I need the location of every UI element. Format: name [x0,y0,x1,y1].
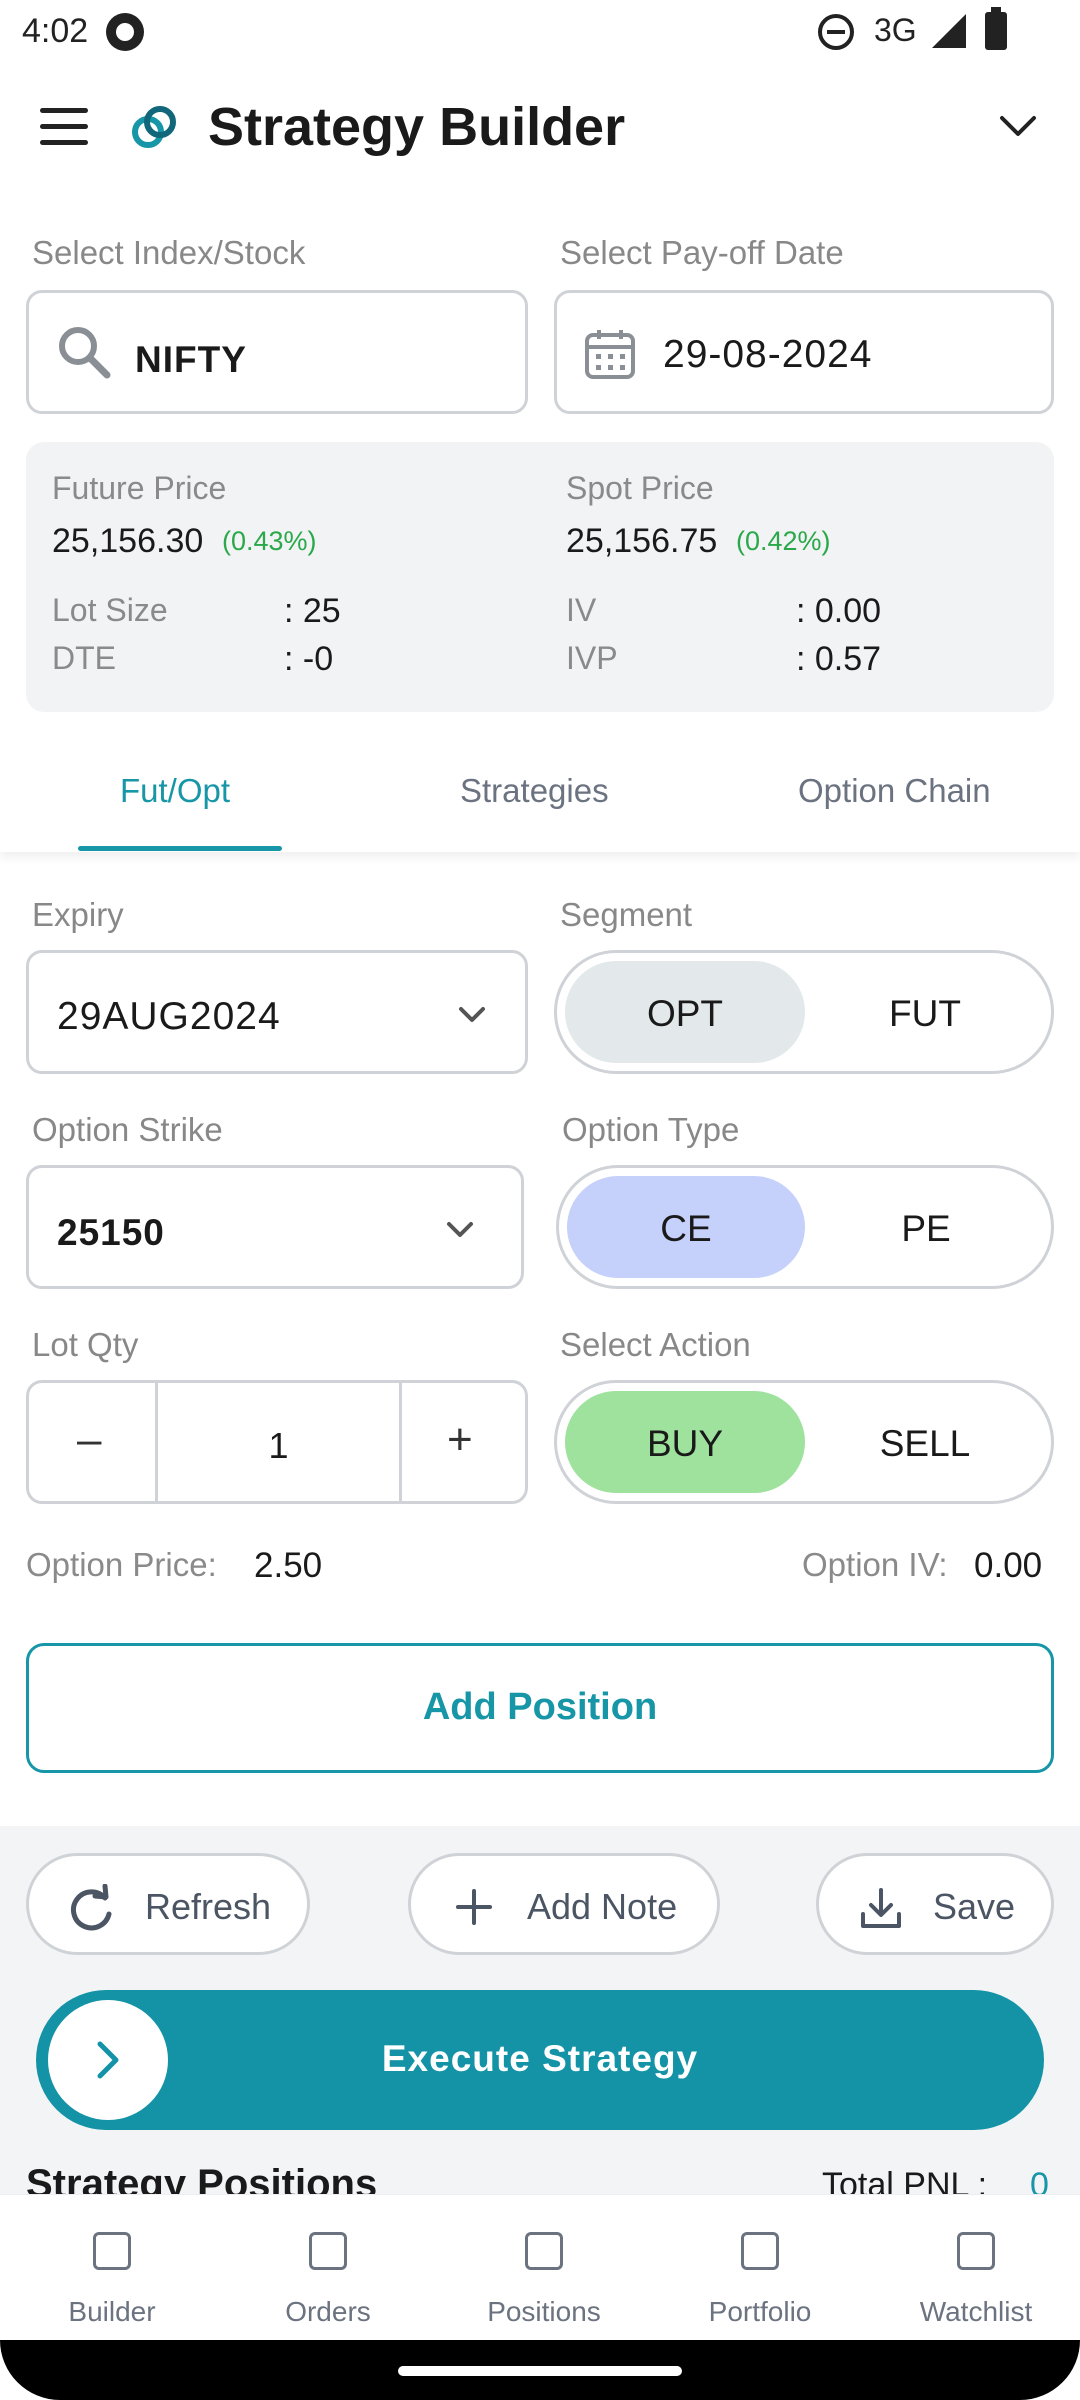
segment-label: Segment [560,896,693,933]
index-search-field[interactable]: NIFTY [26,290,528,414]
option-type-toggle: CE PE [556,1165,1054,1289]
execute-strategy-label: Execute Strategy [381,2038,699,2079]
refresh-button[interactable]: Refresh [26,1853,310,1955]
nav-portfolio-label: Portfolio [708,2296,812,2327]
iv-label: IV [566,592,597,628]
option-strike-value: 25150 [57,1212,165,1253]
nav-orders-label: Orders [285,2296,371,2327]
date-value: 29-08-2024 [663,333,873,376]
chevron-down-icon[interactable] [998,112,1038,142]
increment-button[interactable]: + [447,1415,473,1465]
iv-value: : 0.00 [796,592,882,630]
lot-size-value: : 25 [284,592,341,630]
expiry-dropdown[interactable]: 29AUG2024 [26,950,528,1074]
dte-label: DTE [52,640,116,676]
app-logo-icon [132,106,176,148]
refresh-icon [71,1884,112,1931]
nav-orders[interactable]: Orders [220,2194,436,2340]
spot-price-label: Spot Price [566,470,714,506]
index-select-label: Select Index/Stock [32,234,306,271]
option-strike-label: Option Strike [32,1111,223,1148]
dte-value: : -0 [284,640,334,678]
segment-option-fut[interactable]: FUT [805,993,1045,1035]
spot-price-change: (0.42%) [736,526,831,556]
lot-qty-stepper: – 1 + [26,1380,528,1504]
refresh-label: Refresh [145,1886,272,1927]
plus-icon [456,1889,492,1925]
page-title: Strategy Builder [208,97,626,157]
download-icon [861,1888,901,1928]
do-not-disturb-icon [818,14,854,50]
action-toggle: BUY SELL [554,1380,1054,1504]
home-gesture-bar[interactable] [398,2366,682,2376]
expiry-label: Expiry [32,896,124,933]
execute-strategy-button[interactable]: Execute Strategy [36,1990,1044,2130]
nav-portfolio[interactable]: Portfolio [652,2194,868,2340]
option-type-label: Option Type [562,1111,740,1148]
nav-builder-label: Builder [68,2296,156,2327]
status-time: 4:02 [22,12,89,50]
nav-positions[interactable]: Positions [436,2194,652,2340]
orders-icon [309,2232,347,2270]
app-header: Strategy Builder [0,64,1080,194]
status-bar: 4:02 3G [0,0,1080,64]
action-sell[interactable]: SELL [805,1423,1045,1465]
chevron-down-icon [447,1222,473,1237]
network-type: 3G [874,12,917,48]
price-info-card: Future Price 25,156.30 (0.43%) Spot Pric… [26,442,1054,712]
option-price-label: Option Price: [26,1546,217,1583]
option-type-ce[interactable]: CE [567,1208,805,1250]
option-type-pe[interactable]: PE [807,1208,1045,1250]
option-iv-value: 0.00 [974,1546,1043,1585]
builder-icon [93,2232,131,2270]
signal-icon [932,14,966,48]
portfolio-icon [741,2232,779,2270]
positions-icon [525,2232,563,2270]
nav-watchlist[interactable]: Watchlist [868,2194,1080,2340]
option-strike-dropdown[interactable]: 25150 [26,1165,524,1289]
stepper-divider [399,1383,402,1501]
lot-qty-label: Lot Qty [32,1326,139,1363]
settings-status-icon [106,13,144,51]
add-note-button[interactable]: Add Note [408,1853,720,1955]
date-select-label: Select Pay-off Date [560,234,844,271]
nav-watchlist-label: Watchlist [919,2296,1033,2327]
battery-icon [985,7,1007,50]
expiry-value: 29AUG2024 [57,995,281,1038]
tab-fut-opt[interactable]: Fut/Opt [120,772,230,810]
tab-option-chain[interactable]: Option Chain [798,772,991,810]
nav-positions-label: Positions [487,2296,601,2327]
segment-toggle: OPT FUT [554,950,1054,1074]
menu-icon[interactable] [40,108,90,146]
future-price-value: 25,156.30 [52,522,204,560]
chevron-down-icon [459,1007,485,1022]
spot-price-value: 25,156.75 [566,522,718,560]
add-note-label: Add Note [527,1886,678,1927]
future-price-change: (0.43%) [222,526,317,556]
select-action-label: Select Action [560,1326,751,1363]
tab-bar: Fut/Opt Strategies Option Chain [0,740,1080,852]
segment-option-opt[interactable]: OPT [565,993,805,1035]
save-label: Save [933,1886,1016,1927]
tab-strategies[interactable]: Strategies [460,772,609,810]
future-price-label: Future Price [52,470,227,506]
nav-builder[interactable]: Builder [4,2194,220,2340]
ivp-value: : 0.57 [796,640,882,678]
lot-qty-value[interactable]: 1 [158,1425,399,1467]
index-value: NIFTY [135,339,247,380]
action-buy[interactable]: BUY [565,1423,805,1465]
payoff-date-field[interactable]: 29-08-2024 [554,290,1054,414]
calendar-icon [585,330,635,379]
lot-size-label: Lot Size [52,592,168,628]
decrement-button[interactable]: – [77,1415,101,1465]
search-icon [59,327,111,379]
active-tab-indicator [78,846,282,851]
add-position-label: Add Position [422,1686,658,1728]
option-price-value: 2.50 [254,1546,323,1585]
add-position-button[interactable]: Add Position [26,1643,1054,1773]
option-iv-label: Option IV: [802,1546,948,1583]
ivp-label: IVP [566,640,618,676]
watchlist-icon [957,2232,995,2270]
save-button[interactable]: Save [816,1853,1054,1955]
